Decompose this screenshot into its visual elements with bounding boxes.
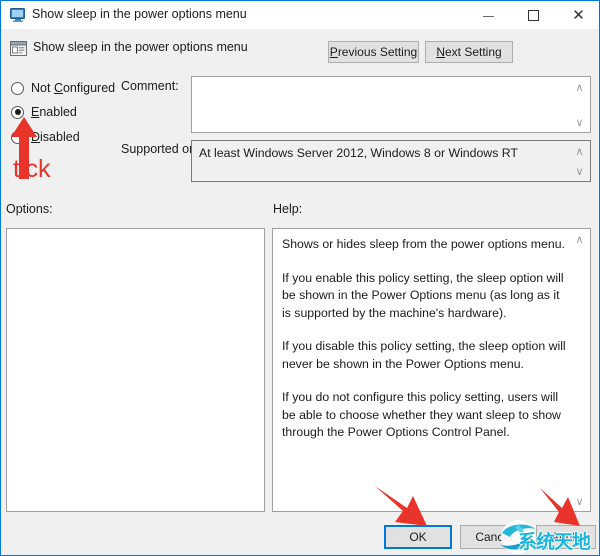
radio-enabled[interactable]: Enabled (11, 103, 77, 121)
options-label: Options: (6, 202, 53, 216)
ok-button[interactable]: OK (384, 525, 452, 549)
help-scroll-up-icon[interactable]: ∧ (572, 232, 587, 246)
next-accel: N (436, 45, 445, 59)
radio-not-configured-mark (11, 81, 24, 95)
next-setting-button[interactable]: Next Setting (425, 41, 513, 63)
monitor-icon (10, 8, 25, 22)
supported-on-value: At least Windows Server 2012, Windows 8 … (199, 146, 518, 160)
cancel-button[interactable]: Cancel (460, 525, 528, 549)
minimize-button[interactable] (466, 1, 511, 29)
help-label: Help: (273, 202, 303, 216)
previous-setting-button[interactable]: Previous Setting (328, 41, 419, 63)
radio-not-configured-label: Not Configured (31, 81, 116, 95)
radio-enabled-mark (11, 105, 24, 119)
apply-button[interactable]: Apply (536, 525, 596, 549)
help-text: Shows or hides sleep from the power opti… (282, 236, 568, 442)
annotation-tick-text: tick (13, 155, 51, 183)
title-bar: Show sleep in the power options menu ✕ (1, 0, 599, 29)
previous-accel: P (329, 45, 338, 59)
comment-scroll-down-icon[interactable]: ∨ (572, 115, 587, 129)
supported-on-label: Supported on: (121, 142, 200, 156)
supported-scroll-up-icon[interactable]: ∧ (572, 144, 587, 158)
radio-enabled-label: Enabled (31, 105, 77, 119)
next-setting-label: ext Setting (444, 45, 502, 59)
previous-setting-label: revious Setting (337, 45, 418, 59)
help-scroll-down-icon[interactable]: ∨ (572, 494, 587, 508)
radio-disabled[interactable]: Disabled (11, 128, 80, 146)
comment-scroll-up-icon[interactable]: ∧ (572, 80, 587, 94)
comment-label: Comment: (121, 79, 179, 93)
supported-on-field: At least Windows Server 2012, Windows 8 … (191, 140, 591, 182)
maximize-button[interactable] (511, 1, 556, 29)
radio-disabled-label: Disabled (31, 130, 80, 144)
help-paragraph: If you do not configure this policy sett… (282, 390, 561, 439)
radio-not-configured[interactable]: Not Configured (11, 79, 115, 97)
group-policy-setting-dialog: Show sleep in the power options menu ✕ S… (0, 0, 600, 556)
setting-name-header: Show sleep in the power options menu (33, 40, 248, 54)
window-title: Show sleep in the power options menu (32, 7, 247, 21)
supported-scroll-down-icon[interactable]: ∨ (572, 164, 587, 178)
radio-disabled-mark (11, 130, 24, 144)
policy-setting-icon (10, 41, 27, 56)
options-panel[interactable] (6, 228, 265, 512)
close-icon: ✕ (572, 5, 585, 24)
comment-input[interactable]: ∧ ∨ (191, 76, 591, 133)
help-paragraph: If you enable this policy setting, the s… (282, 270, 564, 320)
help-paragraph: Shows or hides sleep from the power opti… (282, 237, 565, 251)
help-panel: Shows or hides sleep from the power opti… (272, 228, 591, 512)
close-button[interactable]: ✕ (556, 1, 599, 29)
help-paragraph: If you disable this policy setting, the … (282, 339, 566, 371)
maximize-icon (528, 9, 539, 21)
minimize-icon (483, 15, 494, 17)
